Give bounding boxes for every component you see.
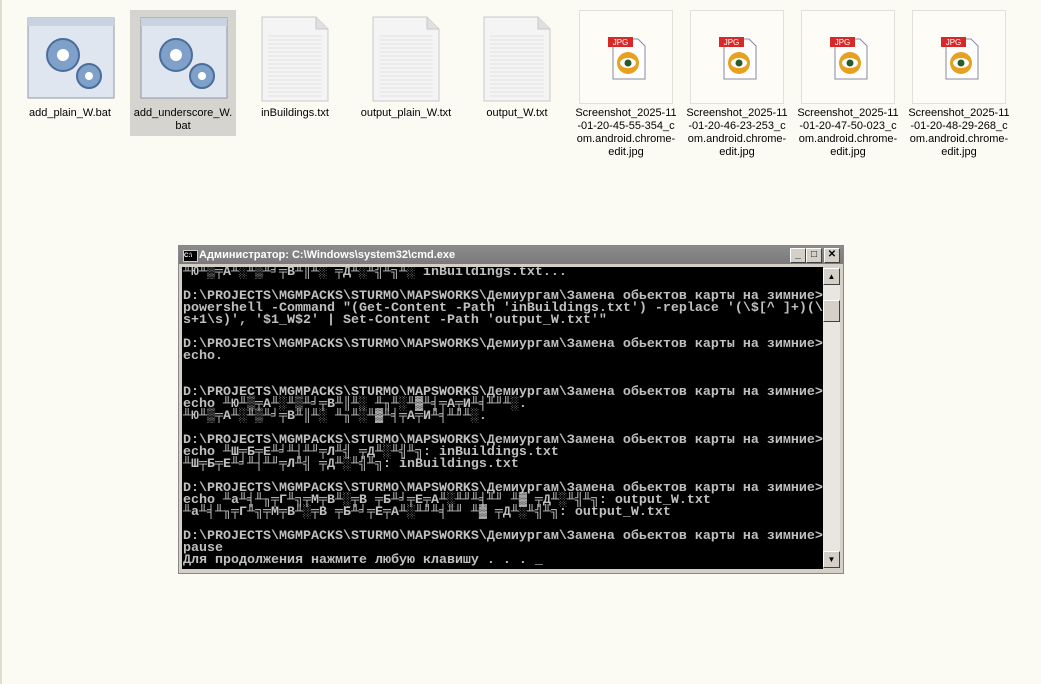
svg-text:JPG: JPG [835, 38, 851, 47]
console-line: ╨Ш╤Б╤Е╨╛╨┤╨╜╤Л╨╣ ╤Д╨░╨╣╨╗: inBuildings.t… [183, 457, 519, 472]
cmd-title-bar[interactable]: C:\ Администратор: C:\Windows\system32\c… [179, 246, 843, 264]
file-name: output_W.txt [486, 107, 548, 119]
file-item[interactable]: JPG Screenshot_2025-11-01-20-46-23-253_co… [684, 10, 790, 159]
cmd-icon: C:\ [183, 250, 198, 262]
file-name: add_plain_W.bat [29, 107, 111, 119]
console-line: ╨Ю╨▒╤А╨░╨▒╨╛╤В╨║╨░ ╤Д╨░╨╣╨╗╨░ inBuilding… [183, 267, 567, 280]
jpg-file-icon: JPG [690, 10, 784, 104]
cmd-title: Администратор: C:\Windows\system32\cmd.e… [199, 249, 456, 261]
file-name: add_underscore_W.bat [133, 107, 233, 132]
file-name: Screenshot_2025-11-01-20-46-23-253_com.a… [686, 107, 788, 158]
text-file-icon [248, 10, 342, 104]
console-line: D:\PROJECTS\MGMPACKS\STURMO\MAPSWORKS\Де… [183, 337, 823, 352]
console-line: D:\PROJECTS\MGMPACKS\STURMO\MAPSWORKS\Де… [183, 529, 823, 544]
svg-text:JPG: JPG [724, 38, 740, 47]
file-item[interactable]: JPG Screenshot_2025-11-01-20-48-29-268_co… [906, 10, 1012, 159]
console-line: Для продолжения нажмите любую клавишу . … [183, 553, 543, 568]
text-file-icon [470, 10, 564, 104]
jpg-file-icon: JPG [801, 10, 895, 104]
text-file-icon [359, 10, 453, 104]
batch-file-icon [23, 10, 117, 104]
file-name: output_plain_W.txt [360, 107, 452, 119]
file-item[interactable]: JPG Screenshot_2025-11-01-20-47-50-023_co… [795, 10, 901, 159]
cmd-window[interactable]: C:\ Администратор: C:\Windows\system32\c… [178, 245, 844, 574]
scroll-up-button[interactable]: ▲ [823, 268, 840, 285]
close-button[interactable]: ✕ [824, 248, 840, 263]
minimize-button[interactable]: _ [790, 248, 806, 263]
batch-file-icon [136, 10, 230, 104]
file-name: Screenshot_2025-11-01-20-45-55-354_com.a… [575, 107, 677, 158]
svg-text:JPG: JPG [613, 38, 629, 47]
console-output[interactable]: ╨Ю╨▒╤А╨░╨▒╨╛╤В╨║╨░ ╤Д╨░╨╣╨╗╨░ inBuilding… [182, 267, 823, 569]
console-line: ╨Ю╨▒╤А╨░╨▒╨╛╤В╨║╨░ ╨╖╨░╨▓╨╡╤А╤И╨╡╨╜╨░. [183, 409, 487, 424]
console-line: echo. [183, 349, 223, 364]
console-line: s+1\s)', '$1_W$2' | Set-Content -Path 'o… [183, 313, 607, 328]
file-item[interactable]: output_W.txt [464, 10, 570, 120]
maximize-button[interactable]: □ [806, 248, 822, 263]
file-item[interactable]: output_plain_W.txt [353, 10, 459, 120]
console-line: ╨а╨╡╨╖╤Г╨╗╤М╤В╨░╤В ╤Б╨╛╤Е╤А╨░╨╜╨╡╨╜ ╨▓ ╤… [183, 505, 671, 520]
file-item[interactable]: inBuildings.txt [242, 10, 348, 120]
vertical-scrollbar[interactable]: ▲ ▼ [823, 268, 840, 568]
jpg-file-icon: JPG [912, 10, 1006, 104]
file-item[interactable]: add_plain_W.bat [17, 10, 123, 120]
file-name: Screenshot_2025-11-01-20-47-50-023_com.a… [797, 107, 899, 158]
file-name: inBuildings.txt [261, 107, 329, 119]
scroll-thumb[interactable] [823, 300, 840, 322]
scroll-down-button[interactable]: ▼ [823, 551, 840, 568]
jpg-file-icon: JPG [579, 10, 673, 104]
svg-text:JPG: JPG [946, 38, 962, 47]
file-item[interactable]: add_underscore_W.bat [130, 10, 236, 136]
file-name: Screenshot_2025-11-01-20-48-29-268_com.a… [908, 107, 1010, 158]
file-item[interactable]: JPG Screenshot_2025-11-01-20-45-55-354_co… [573, 10, 679, 159]
